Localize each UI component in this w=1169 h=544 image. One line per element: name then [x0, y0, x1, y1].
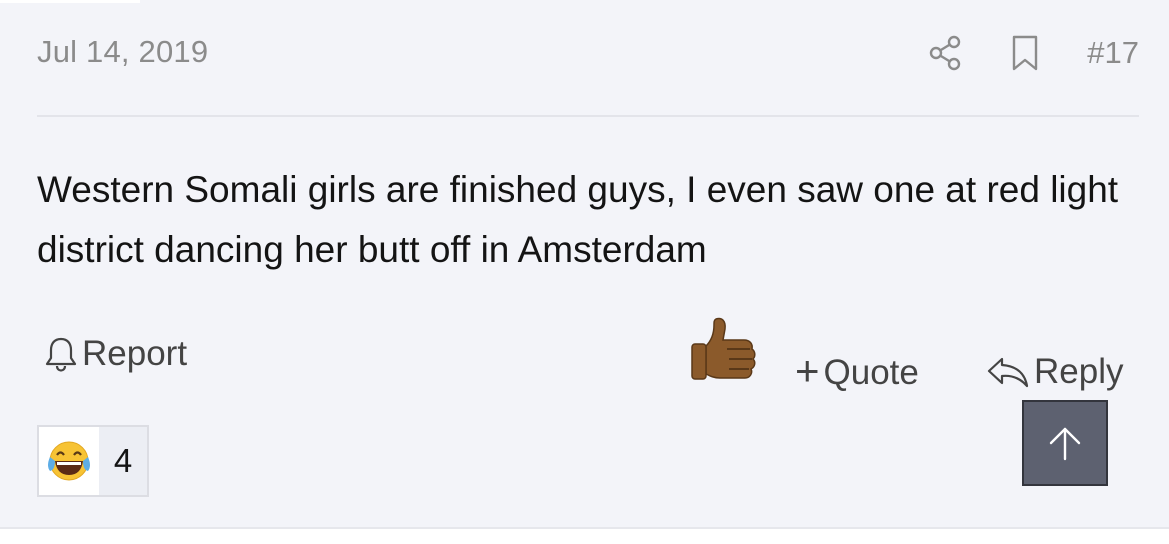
reaction-count: 4: [113, 442, 133, 479]
post-header: Jul 14, 2019 #17: [37, 30, 1139, 78]
bell-icon: [44, 335, 78, 373]
scroll-to-top-button[interactable]: [1022, 400, 1108, 486]
plus-icon: +: [795, 347, 820, 394]
header-divider: [37, 115, 1139, 117]
top-tab-indicator: [0, 0, 140, 3]
reply-arrow-icon: [986, 355, 1030, 389]
reaction-summary[interactable]: 4: [37, 425, 149, 497]
tears-of-joy-emoji: [39, 427, 99, 495]
post-header-actions: #17: [925, 30, 1139, 76]
thumbs-up-icon: [691, 317, 756, 380]
post-body-text: Western Somali girls are finished guys, …: [37, 169, 1119, 270]
report-label: Report: [82, 334, 188, 373]
like-button[interactable]: [686, 313, 762, 389]
share-icon[interactable]: [925, 30, 965, 76]
reply-link[interactable]: Reply: [986, 352, 1123, 392]
bookmark-icon[interactable]: [1005, 30, 1045, 76]
forum-post: Jul 14, 2019 #17 Western Somali girls ar…: [0, 0, 1169, 544]
post-number[interactable]: #17: [1087, 35, 1139, 71]
quote-link[interactable]: + Quote: [795, 347, 919, 394]
arrow-up-icon: [1049, 427, 1081, 461]
report-link[interactable]: Report: [44, 334, 187, 374]
reply-label: Reply: [1034, 352, 1124, 391]
quote-label: Quote: [823, 353, 919, 392]
next-post-strip: [0, 529, 1169, 544]
post-date[interactable]: Jul 14, 2019: [37, 34, 208, 70]
